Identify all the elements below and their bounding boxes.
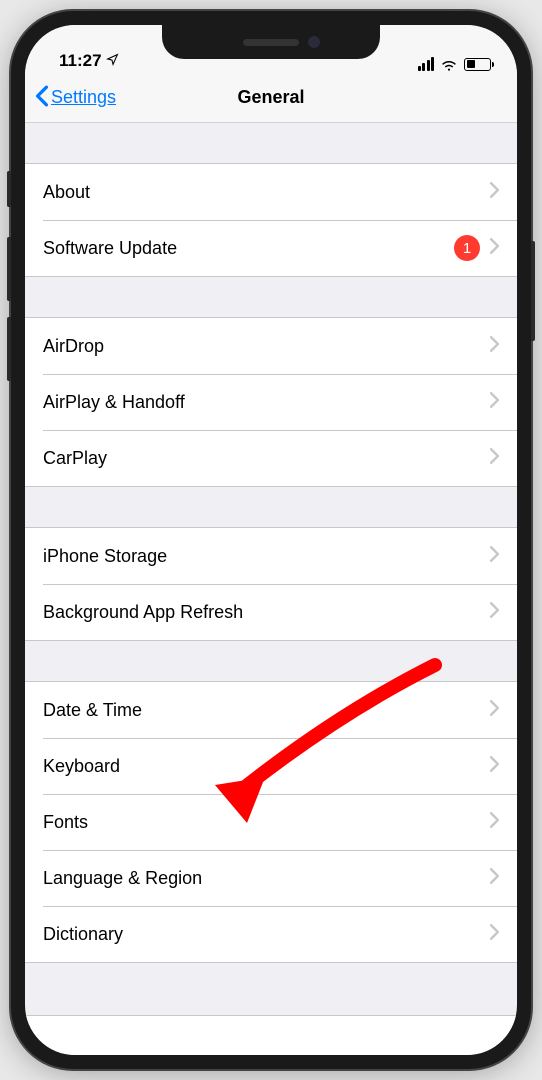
row-label: AirPlay & Handoff [43, 392, 490, 413]
row-label: Fonts [43, 812, 490, 833]
chevron-right-icon [490, 700, 499, 721]
row-label: About [43, 182, 490, 203]
settings-group: About Software Update1 [25, 163, 517, 277]
notification-badge: 1 [454, 235, 480, 261]
settings-list[interactable]: About Software Update1 AirDrop AirPlay & Ha… [25, 123, 517, 963]
row-label: Software Update [43, 238, 454, 259]
row-label: Keyboard [43, 756, 490, 777]
wifi-icon [440, 57, 458, 71]
chevron-right-icon [490, 924, 499, 945]
cellular-signal-icon [418, 57, 435, 71]
chevron-right-icon [490, 448, 499, 469]
notch [162, 25, 380, 59]
chevron-left-icon [35, 84, 49, 112]
row-label: CarPlay [43, 448, 490, 469]
battery-icon [464, 58, 491, 71]
partial-row-peek [25, 1015, 517, 1055]
chevron-right-icon [490, 392, 499, 413]
row-label: Dictionary [43, 924, 490, 945]
status-time: 11:27 [59, 51, 102, 71]
row-label: AirDrop [43, 336, 490, 357]
chevron-right-icon [490, 756, 499, 777]
row-carplay[interactable]: CarPlay [25, 430, 517, 486]
chevron-right-icon [490, 546, 499, 567]
row-label: Background App Refresh [43, 602, 490, 623]
row-label: Language & Region [43, 868, 490, 889]
row-airplay-handoff[interactable]: AirPlay & Handoff [25, 374, 517, 430]
row-label: iPhone Storage [43, 546, 490, 567]
row-keyboard[interactable]: Keyboard [25, 738, 517, 794]
row-dictionary[interactable]: Dictionary [25, 906, 517, 962]
location-icon [106, 51, 119, 71]
row-iphone-storage[interactable]: iPhone Storage [25, 528, 517, 584]
settings-group: AirDrop AirPlay & Handoff CarPlay [25, 317, 517, 487]
chevron-right-icon [490, 182, 499, 203]
left-side-buttons [7, 171, 11, 397]
chevron-right-icon [490, 238, 499, 259]
row-airdrop[interactable]: AirDrop [25, 318, 517, 374]
phone-body: 11:27 [11, 11, 531, 1069]
row-fonts[interactable]: Fonts [25, 794, 517, 850]
row-language-region[interactable]: Language & Region [25, 850, 517, 906]
row-background-app-refresh[interactable]: Background App Refresh [25, 584, 517, 640]
chevron-right-icon [490, 336, 499, 357]
back-button[interactable]: Settings [35, 84, 116, 112]
row-label: Date & Time [43, 700, 490, 721]
chevron-right-icon [490, 602, 499, 623]
row-software-update[interactable]: Software Update1 [25, 220, 517, 276]
right-side-buttons [531, 241, 535, 341]
back-label: Settings [51, 87, 116, 108]
navigation-bar: Settings General [25, 73, 517, 123]
chevron-right-icon [490, 812, 499, 833]
page-title: General [237, 87, 304, 108]
settings-group: iPhone Storage Background App Refresh [25, 527, 517, 641]
screen: 11:27 [25, 25, 517, 1055]
row-date-time[interactable]: Date & Time [25, 682, 517, 738]
row-about[interactable]: About [25, 164, 517, 220]
settings-group: Date & Time Keyboard Fonts Language & Regio… [25, 681, 517, 963]
chevron-right-icon [490, 868, 499, 889]
